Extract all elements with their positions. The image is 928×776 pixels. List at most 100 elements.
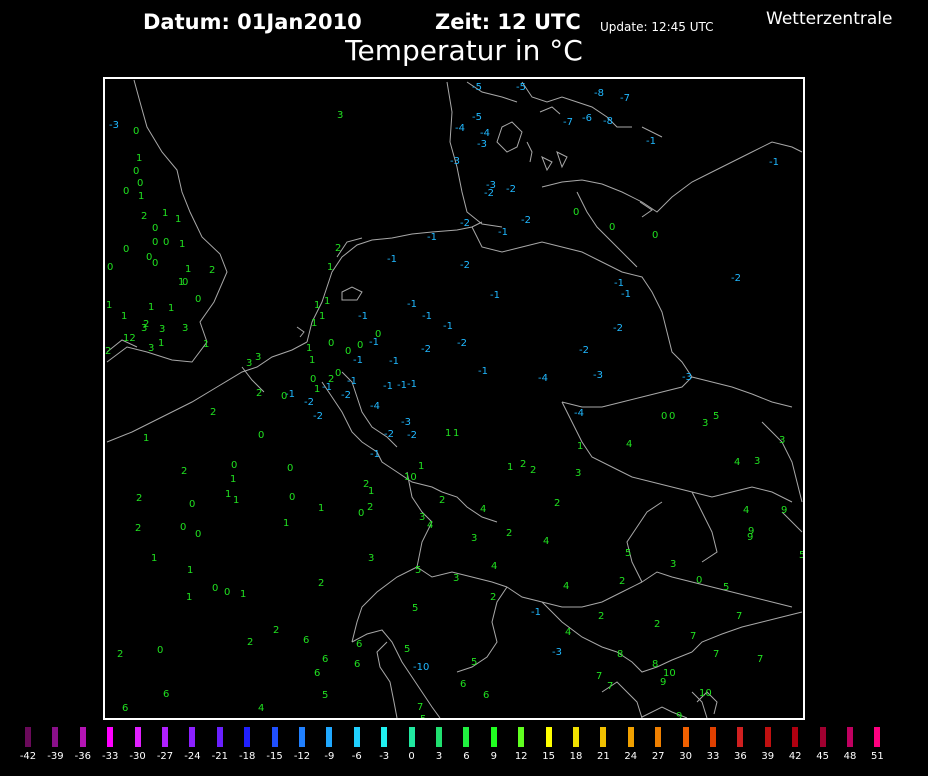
station-value: -2	[506, 184, 516, 195]
station-value: 1	[283, 518, 289, 529]
station-value: -2	[421, 344, 431, 355]
station-value: 2	[141, 211, 147, 222]
station-value: -1	[498, 227, 508, 238]
legend-swatch	[326, 727, 333, 747]
legend-label: 51	[871, 751, 884, 762]
station-value: 2	[209, 265, 215, 276]
station-value: 0	[180, 522, 186, 533]
legend-label: -33	[102, 751, 119, 762]
station-value: 0	[123, 186, 129, 197]
station-value: 4	[734, 457, 740, 468]
station-values: -3031000 12 1100 0 10000 1 20101 1 1123 3 3123 1213…	[105, 82, 803, 718]
station-value: 1	[136, 153, 142, 164]
station-value: 7	[417, 702, 423, 713]
update-time: Update: 12:45 UTC	[600, 20, 714, 34]
legend-label: 9	[490, 751, 497, 762]
station-value: 8	[617, 649, 623, 660]
station-value: 2	[367, 502, 373, 513]
station-value: 5	[723, 582, 729, 593]
station-value: -3	[109, 120, 119, 131]
station-value: 2	[256, 388, 262, 399]
station-value: 1	[507, 462, 513, 473]
station-value: 2	[117, 649, 123, 660]
station-value: 0	[231, 460, 237, 471]
station-value: 7	[690, 631, 696, 642]
brand-logo: Wetterzentrale	[766, 9, 893, 29]
station-value: 5	[415, 565, 421, 576]
station-value: 0	[357, 340, 363, 351]
station-value: 2	[135, 523, 141, 534]
station-value: 3	[453, 573, 459, 584]
station-value: 0	[157, 645, 163, 656]
station-value: -7	[620, 93, 630, 104]
station-value: 1	[418, 461, 424, 472]
station-value: 6	[314, 668, 320, 679]
station-value: 0	[152, 258, 158, 269]
station-value: 3	[182, 323, 188, 334]
station-value: 1	[178, 277, 184, 288]
legend-label: -24	[184, 751, 201, 762]
station-value: -1	[422, 311, 432, 322]
station-value: -5	[472, 82, 482, 93]
legend-label: 33	[706, 751, 720, 762]
station-value: 6	[460, 679, 466, 690]
station-value: 6	[483, 690, 489, 701]
legend-label: 36	[734, 751, 747, 762]
legend-label: 45	[816, 751, 829, 762]
legend-swatch	[463, 727, 470, 747]
station-value: 1	[577, 441, 583, 452]
legend-swatch	[79, 727, 86, 747]
station-value: 7	[607, 681, 613, 692]
station-value: 1	[175, 214, 181, 225]
station-value: -1	[478, 366, 488, 377]
station-value: 1	[233, 495, 239, 506]
station-value: -5	[472, 112, 482, 123]
station-value: 0	[189, 499, 195, 510]
station-value: -3	[477, 139, 487, 150]
station-value: 9	[676, 711, 682, 718]
legend-label: -39	[47, 751, 64, 762]
station-value: 2	[318, 578, 324, 589]
station-value: -4	[455, 123, 465, 134]
station-value: -5	[516, 82, 526, 93]
station-value: -4	[480, 128, 490, 139]
legend-label: -36	[74, 751, 91, 762]
legend-label: -15	[266, 751, 283, 762]
station-value: 6	[322, 654, 328, 665]
station-value: -1	[397, 380, 407, 391]
legend-label: 18	[569, 751, 583, 762]
legend-swatch	[162, 727, 168, 747]
station-value: 1	[309, 355, 315, 366]
station-value: -10	[413, 662, 429, 673]
station-value: 2	[273, 625, 279, 636]
legend-swatch	[545, 727, 552, 747]
station-value: 1	[453, 428, 459, 439]
station-value: -2	[313, 411, 323, 422]
legend-label: -42	[19, 751, 37, 762]
station-value: -7	[563, 117, 573, 128]
station-value: 0	[152, 237, 158, 248]
station-value: 0	[358, 508, 364, 519]
station-value: -1	[646, 136, 656, 147]
station-value: -3	[593, 370, 603, 381]
legend-swatch	[189, 727, 196, 747]
legend-swatch	[847, 727, 853, 747]
station-value: 1	[186, 592, 192, 603]
legend-label: 15	[542, 751, 555, 762]
station-value: 1	[306, 343, 312, 354]
station-value: 4	[626, 439, 632, 450]
station-value: -6	[582, 113, 592, 124]
station-value: 6	[303, 635, 309, 646]
station-value: -2	[613, 323, 623, 334]
station-value: 5	[420, 714, 426, 718]
station-value: 0	[281, 391, 287, 402]
station-value: 8	[652, 659, 658, 670]
station-value: -1	[387, 254, 397, 265]
station-value: 3	[754, 456, 760, 467]
station-value: 4	[565, 627, 571, 638]
station-value: -2	[460, 218, 470, 229]
station-value: 2	[247, 637, 253, 648]
station-value: 3	[246, 358, 252, 369]
station-value: 1	[143, 433, 149, 444]
legend-swatch	[408, 727, 415, 747]
